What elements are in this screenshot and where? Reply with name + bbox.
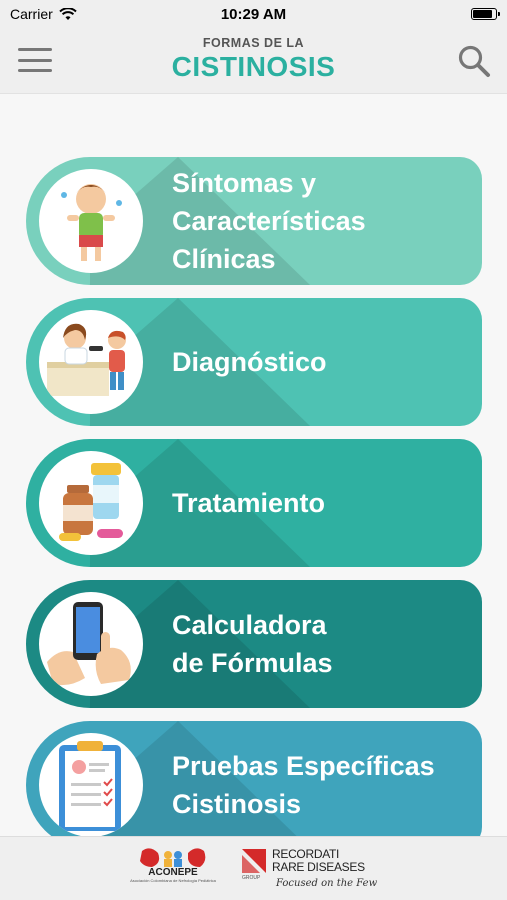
recordati-tagline: Focused on the Few bbox=[276, 878, 378, 889]
battery-icon bbox=[471, 8, 500, 20]
menu-item-diagnostico[interactable]: Diagnóstico bbox=[26, 298, 482, 426]
menu-list: Síntomas y Características Clínicas Diag… bbox=[0, 94, 507, 836]
recordati-division: RARE DISEASES bbox=[272, 860, 365, 874]
menu-item-label: Síntomas y Características Clínicas bbox=[172, 168, 366, 274]
status-bar: Carrier 10:29 AM bbox=[0, 0, 507, 28]
menu-item-sintomas[interactable]: Síntomas y Características Clínicas bbox=[26, 157, 482, 285]
carrier-label: Carrier bbox=[10, 6, 53, 22]
medicine-bottles-icon bbox=[39, 451, 143, 555]
clipboard-icon bbox=[39, 733, 143, 836]
menu-item-label: Diagnóstico bbox=[172, 347, 327, 377]
status-left: Carrier bbox=[10, 6, 77, 22]
app-title-main: CISTINOSIS bbox=[171, 51, 336, 82]
menu-item-pruebas[interactable]: Pruebas Específicas Cistinosis bbox=[26, 721, 482, 836]
aconepe-tagline: Asociación Colombiana de Nefrología Pedi… bbox=[130, 878, 216, 883]
wifi-icon bbox=[59, 7, 77, 20]
recordati-group: GROUP bbox=[242, 875, 261, 881]
sponsor-footer: ACONEPE Asociación Colombiana de Nefrolo… bbox=[0, 836, 507, 900]
menu-item-label: Pruebas Específicas Cistinosis bbox=[172, 751, 435, 819]
phone-hand-icon bbox=[39, 592, 143, 696]
menu-item-tratamiento[interactable]: Tratamiento bbox=[26, 439, 482, 567]
menu-item-calculadora[interactable]: Calculadora de Fórmulas bbox=[26, 580, 482, 708]
menu-item-label: Tratamiento bbox=[172, 488, 326, 518]
doctor-exam-icon bbox=[39, 310, 143, 414]
app-title: FORMAS DE LA CISTINOSIS bbox=[0, 36, 507, 83]
nav-bar: FORMAS DE LA CISTINOSIS bbox=[0, 28, 507, 94]
recordati-logo: RECORDATI RARE DISEASES GROUP Focused on… bbox=[240, 845, 390, 895]
menu-item-label: Calculadora de Fórmulas bbox=[172, 610, 333, 678]
recordati-name: RECORDATI bbox=[272, 847, 340, 861]
app-subtitle: FORMAS DE LA bbox=[202, 36, 305, 50]
aconepe-logo: ACONEPE Asociación Colombiana de Nefrolo… bbox=[128, 847, 218, 893]
search-icon[interactable] bbox=[457, 44, 491, 78]
child-symptoms-icon bbox=[39, 169, 143, 273]
